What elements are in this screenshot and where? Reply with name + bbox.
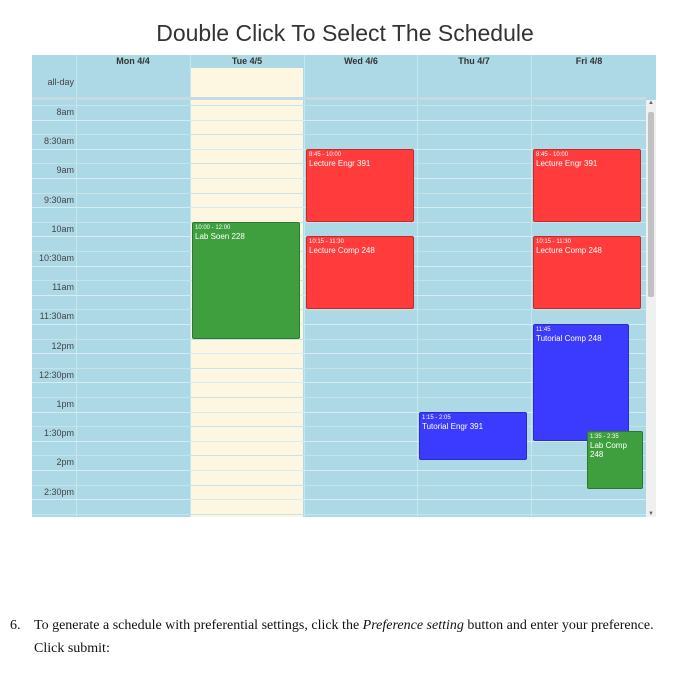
- event-block[interactable]: 10:15 - 11:30 Lecture Comp 248: [306, 236, 414, 310]
- event-title: Lab Comp 248: [590, 441, 627, 460]
- time-label: 8am: [56, 107, 74, 117]
- scroll-up-icon[interactable]: ▲: [648, 100, 654, 106]
- column-divider: [417, 55, 418, 517]
- event-time: 10:15 - 11:30: [309, 239, 344, 246]
- hour-gridline: [32, 455, 646, 457]
- vertical-scrollbar[interactable]: ▲ ▼: [646, 100, 656, 517]
- time-label: 1:30pm: [43, 428, 74, 439]
- time-label: 3pm: [32, 516, 74, 517]
- event-time: 8:45 - 10:00: [536, 151, 569, 158]
- page-title: Double Click To Select The Schedule: [156, 20, 534, 46]
- day-header-tue: Tue 4/5: [231, 56, 263, 66]
- hour-gridline: [32, 221, 646, 223]
- time-label: 1pm: [56, 399, 74, 409]
- hour-gridline: [32, 309, 646, 311]
- time-label: 12:30pm: [38, 369, 74, 380]
- time-label: 11:30am: [39, 311, 74, 322]
- time-label: 12pm: [51, 340, 74, 351]
- event-block[interactable]: 1:35 - 2:35 Lab Comp 248: [587, 431, 643, 490]
- list-number: 6.: [10, 618, 21, 633]
- preference-setting-term: Preference setting: [362, 618, 464, 633]
- time-label: 2pm: [56, 457, 74, 468]
- event-time: 10:00 - 12:00: [195, 224, 231, 231]
- instruction-text-start: To generate a schedule with preferential…: [34, 618, 363, 633]
- event-title: Lecture Comp 248: [309, 246, 375, 256]
- day-header-fri: Fri 4/8: [575, 56, 603, 66]
- event-title: Lecture Comp 248: [536, 246, 602, 256]
- column-divider: [190, 55, 191, 517]
- event-title: Lecture Engr 391: [309, 158, 371, 168]
- quarter-gridline: [32, 499, 646, 501]
- event-time: 11:45: [536, 327, 551, 333]
- hour-gridline: [32, 513, 646, 515]
- day-header-thu: Thu 4/7: [458, 56, 490, 66]
- time-label: 10:30am: [38, 253, 74, 263]
- event-block[interactable]: 8:45 - 10:00 Lecture Engr 391: [306, 148, 414, 222]
- day-header-mon: Mon 4/4: [116, 56, 150, 66]
- time-label: 10am: [51, 223, 74, 234]
- time-label: 9:30am: [43, 194, 74, 205]
- column-divider: [304, 55, 305, 517]
- event-block[interactable]: 10:00 - 12:00 Lab Soen 228: [192, 221, 300, 339]
- time-label: 11am: [52, 282, 74, 293]
- instruction-text: To generate a schedule with preferential…: [34, 614, 654, 660]
- quarter-gridline: [32, 440, 646, 442]
- event-block[interactable]: 8:45 - 10:00 Lecture Engr 391: [533, 148, 641, 222]
- event-time: 8:45 - 10:00: [309, 151, 342, 158]
- event-block[interactable]: 11:45 Tutorial Comp 248: [533, 324, 629, 441]
- quarter-gridline: [32, 119, 646, 121]
- allday-label: all-day: [47, 77, 74, 87]
- column-divider: [531, 55, 532, 517]
- scroll-thumb[interactable]: [648, 112, 654, 297]
- hour-gridline: [32, 484, 646, 486]
- event-time: 10:15 - 11:30: [536, 239, 571, 246]
- scroll-down-icon[interactable]: ▼: [648, 511, 654, 517]
- time-label: 2:30pm: [43, 486, 74, 497]
- event-time: 1:35 - 2:35: [590, 434, 619, 441]
- event-title: Lab Soen 228: [195, 231, 245, 241]
- event-time: 1:15 - 2:05: [422, 414, 451, 421]
- event-block[interactable]: 10:15 - 11:30 Lecture Comp 248: [533, 236, 641, 310]
- event-title: Tutorial Engr 391: [422, 421, 484, 431]
- time-label: 8:30am: [43, 136, 74, 147]
- allday-separator: [32, 97, 646, 100]
- quarter-gridline: [32, 470, 646, 471]
- event-title: Tutorial Comp 248: [536, 334, 602, 343]
- time-label: 9am: [56, 165, 74, 176]
- day-header-wed: Wed 4/6: [344, 56, 378, 66]
- column-divider: [76, 55, 77, 517]
- hour-gridline: [32, 105, 646, 106]
- event-block[interactable]: 1:15 - 2:05 Tutorial Engr 391: [419, 411, 527, 461]
- event-title: Lecture Engr 391: [536, 158, 598, 168]
- hour-gridline: [32, 134, 646, 136]
- schedule-calendar[interactable]: Mon 4/4 Tue 4/5 Wed 4/6 Thu 4/7 Fri 4/8 …: [32, 55, 656, 517]
